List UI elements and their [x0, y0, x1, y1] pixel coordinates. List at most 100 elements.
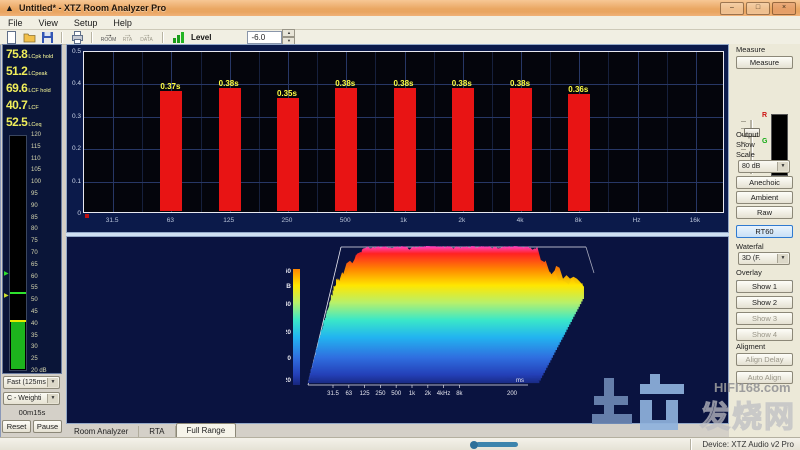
- chevron-down-icon[interactable]: ▼: [47, 394, 58, 403]
- spl-reading-row: 51.2LCpeak: [6, 64, 60, 81]
- meter-scale-label: 85: [31, 215, 61, 221]
- spl-reading-row: 75.8LCpk hold: [6, 47, 60, 64]
- rt60-bar-value-label: 0.38s: [500, 79, 540, 88]
- rt60-bar: [568, 94, 590, 211]
- align-delay-button[interactable]: Align Delay: [736, 353, 793, 366]
- x-axis-label: 250: [272, 217, 302, 224]
- grid-line: [113, 52, 114, 212]
- rt60-bar: [277, 98, 299, 211]
- tab-room-analyzer[interactable]: Room Analyzer: [64, 426, 139, 437]
- reading-label: LCpeak: [28, 71, 47, 77]
- rt60-bar: [452, 88, 474, 211]
- scale-select[interactable]: 80 dB ▼: [738, 160, 790, 173]
- window-title: Untitled* - XTZ Room Analyzer Pro: [19, 3, 166, 13]
- menu-item-help[interactable]: Help: [105, 18, 140, 28]
- device-status: Device: XTZ Audio v2 Pro: [702, 440, 794, 449]
- status-slider-knob[interactable]: [470, 441, 478, 449]
- chevron-down-icon[interactable]: ▼: [777, 254, 788, 263]
- meter-scale-label: 100: [31, 179, 61, 185]
- meter-letter-R: R: [762, 112, 767, 119]
- meter-scale-label: 60: [31, 274, 61, 280]
- spl-reading-row: 40.7LCF: [6, 98, 60, 115]
- overlay-group-label: Overlay: [736, 268, 762, 277]
- meter-controls: Fast (125ms ▼ C - Weighti ▼ 00m15s Reset…: [0, 374, 64, 437]
- meter-scale-label: 65: [31, 262, 61, 268]
- rt60-bar-value-label: 0.36s: [558, 85, 598, 94]
- meter-scale-label: 35: [31, 333, 61, 339]
- status-slider[interactable]: [470, 441, 520, 448]
- export-rta-button[interactable]: →RTA: [119, 31, 136, 43]
- meter-scale-label: 70: [31, 250, 61, 256]
- svg-text:60: 60: [286, 268, 291, 275]
- x-axis-label: 16k: [680, 217, 710, 224]
- overlay-show-2-button[interactable]: Show 2: [736, 296, 793, 309]
- waterfall-mode-select[interactable]: 3D (F. ▼: [738, 252, 790, 265]
- auto-align-button[interactable]: Auto Align: [736, 371, 793, 384]
- status-bar: Device: XTZ Audio v2 Pro: [0, 437, 800, 450]
- level-icon: [171, 31, 185, 44]
- level-value[interactable]: -6.0: [247, 31, 282, 44]
- meter-scale-label: 75: [31, 238, 61, 244]
- svg-text:200: 200: [507, 391, 518, 397]
- export-data-button[interactable]: →DATA: [138, 31, 155, 43]
- measure-button[interactable]: Measure: [736, 56, 793, 69]
- meter-scale-label: 40: [31, 321, 61, 327]
- x-axis-label: Hz: [622, 217, 652, 224]
- maximize-button[interactable]: □: [746, 2, 770, 15]
- rt60-bar-value-label: 0.35s: [267, 89, 307, 98]
- ambient-button[interactable]: Ambient: [736, 191, 793, 204]
- y-axis-label: 0: [67, 210, 81, 217]
- tab-full-range[interactable]: Full Range: [176, 423, 237, 437]
- view-tabs: Room AnalyzerRTAFull Range: [64, 424, 729, 437]
- tab-rta[interactable]: RTA: [139, 426, 175, 437]
- level-spinbox[interactable]: -6.0 ▲ ▼: [247, 29, 295, 45]
- save-icon[interactable]: [40, 31, 54, 44]
- open-file-icon[interactable]: [22, 31, 36, 44]
- svg-text:ms: ms: [516, 378, 524, 384]
- output-group-label: Output: [736, 130, 759, 139]
- overlay-show-3-button[interactable]: Show 3: [736, 312, 793, 325]
- waterfall-chart: 6040200-20dB31.5631252505001k2k4kHz8k200…: [66, 236, 729, 424]
- rt60-button[interactable]: RT60: [736, 225, 793, 238]
- y-axis-label: 0.3: [67, 113, 81, 120]
- x-axis-label: 4k: [505, 217, 535, 224]
- chevron-down-icon[interactable]: ▼: [47, 378, 58, 387]
- spin-up-icon[interactable]: ▲: [282, 29, 295, 37]
- grid-line: [375, 52, 376, 212]
- meter-scale-label: 105: [31, 167, 61, 173]
- rt60-bar: [335, 88, 357, 211]
- export-room-button[interactable]: →ROOM: [100, 31, 117, 43]
- rt60-bar-value-label: 0.37s: [150, 82, 190, 91]
- reading-value: 52.5: [6, 115, 27, 129]
- meter-scale-label: 25: [31, 356, 61, 362]
- rt60-bar-value-label: 0.38s: [442, 79, 482, 88]
- raw-button[interactable]: Raw: [736, 206, 793, 219]
- minimize-button[interactable]: –: [720, 2, 744, 15]
- new-file-icon[interactable]: [4, 31, 18, 44]
- grid-line: [259, 52, 260, 212]
- grid-line: [667, 52, 668, 212]
- title-bar: ▲ Untitled* - XTZ Room Analyzer Pro – □ …: [0, 0, 800, 16]
- overlay-show-1-button[interactable]: Show 1: [736, 280, 793, 293]
- pause-button[interactable]: Pause: [33, 420, 62, 433]
- speed-select[interactable]: Fast (125ms ▼: [3, 376, 60, 389]
- svg-text:1k: 1k: [409, 391, 416, 397]
- svg-text:63: 63: [345, 391, 352, 397]
- spl-meter-bar: [9, 135, 27, 371]
- menu-item-file[interactable]: File: [0, 18, 31, 28]
- anechoic-button[interactable]: Anechoic: [736, 176, 793, 189]
- menu-item-setup[interactable]: Setup: [66, 18, 106, 28]
- weighting-select[interactable]: C - Weighti ▼: [3, 392, 60, 405]
- print-icon[interactable]: [70, 31, 84, 44]
- svg-text:125: 125: [360, 391, 371, 397]
- meter-arrow-icon: ▶: [4, 271, 9, 277]
- overlay-show-4-button[interactable]: Show 4: [736, 328, 793, 341]
- grid-line: [201, 52, 202, 212]
- reset-button[interactable]: Reset: [2, 420, 31, 433]
- chevron-down-icon[interactable]: ▼: [777, 162, 788, 171]
- menu-item-view[interactable]: View: [31, 18, 66, 28]
- close-button[interactable]: ×: [772, 2, 796, 15]
- status-separator: [690, 439, 692, 450]
- meter-scale-label: 50: [31, 297, 61, 303]
- meter-scale-label: 110: [31, 156, 61, 162]
